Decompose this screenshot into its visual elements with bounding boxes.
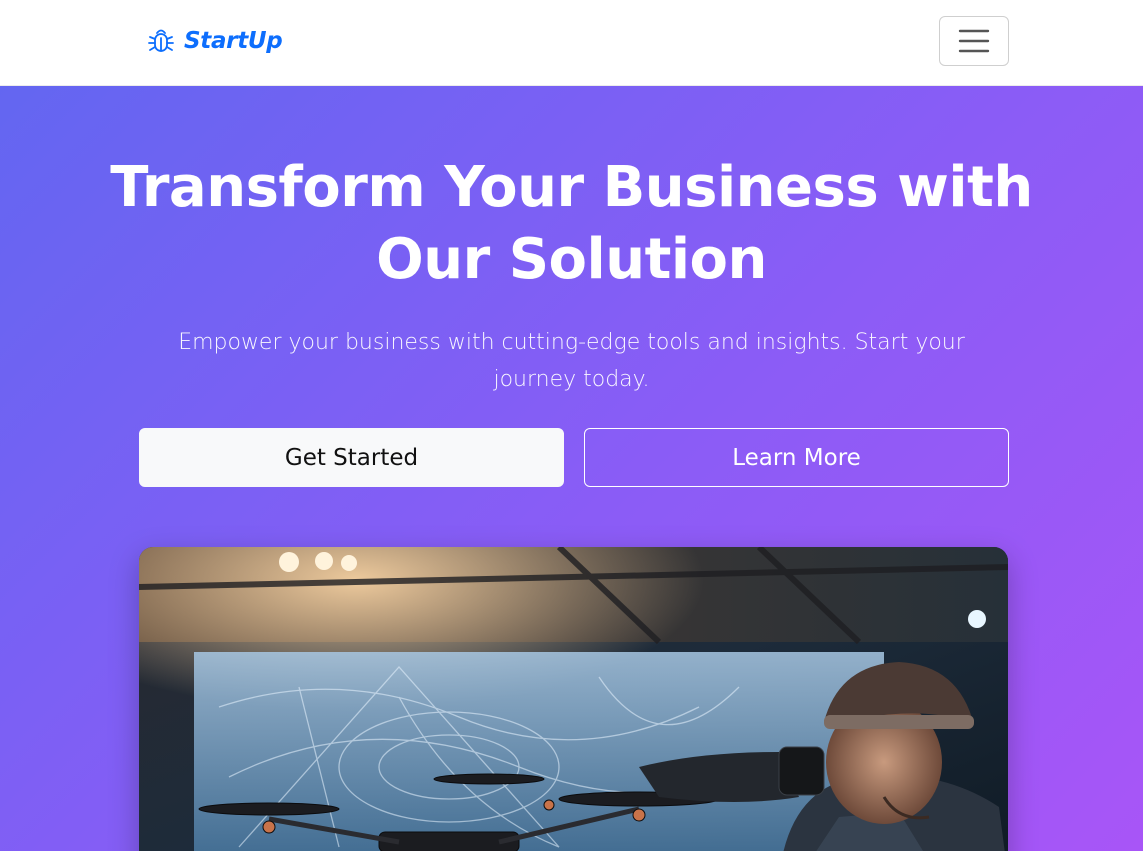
hero-title: Transform Your Business with Our Solutio… [110, 155, 1033, 292]
navbar-toggle-button[interactable] [939, 16, 1009, 66]
navbar: StartUp [0, 0, 1143, 86]
get-started-button[interactable]: Get Started [139, 428, 564, 487]
hero-photo-illustration [139, 547, 1008, 851]
hero-image [139, 547, 1008, 851]
hero-section: Transform Your Business with Our Solutio… [0, 86, 1143, 851]
hero-subtitle: Empower your business with cutting-edge … [178, 330, 965, 392]
bug-icon [148, 29, 174, 52]
hamburger-menu-icon [958, 29, 990, 53]
brand-link[interactable]: StartUp [148, 27, 283, 55]
brand-name: StartUp [184, 28, 283, 54]
learn-more-button[interactable]: Learn More [584, 428, 1009, 487]
